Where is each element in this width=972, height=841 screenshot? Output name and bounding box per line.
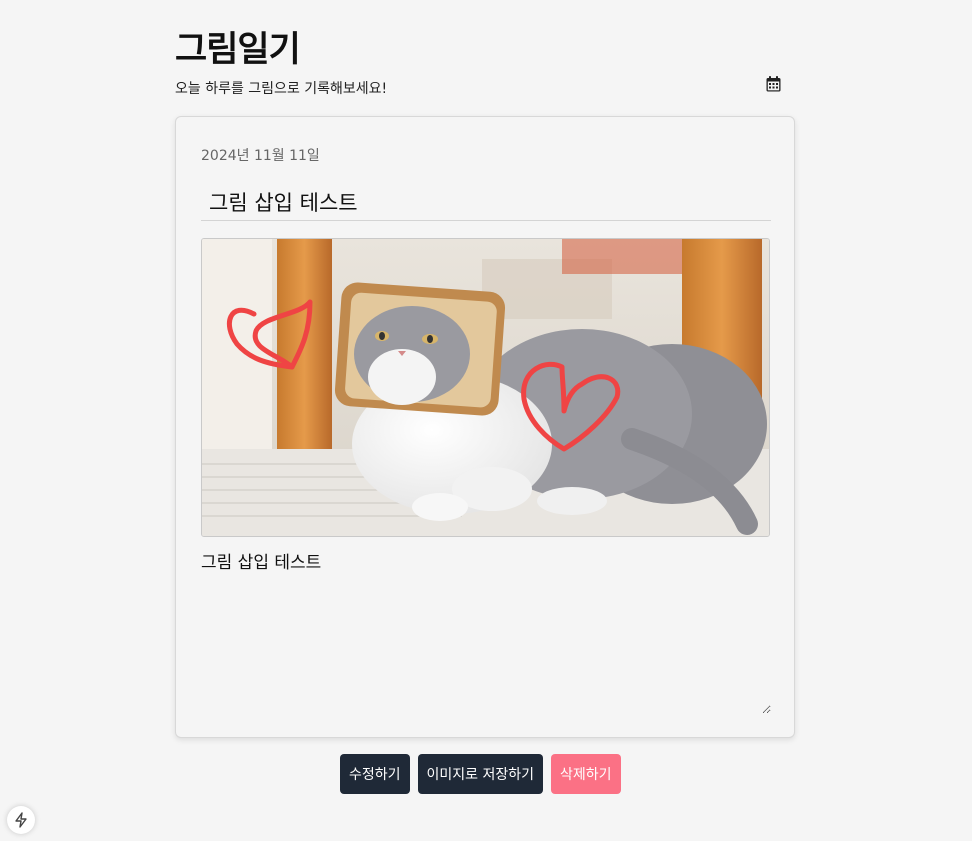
action-bar: 수정하기 이미지로 저장하기 삭제하기 [340, 754, 621, 794]
calendar-icon[interactable] [764, 74, 782, 94]
cat-photo-with-hearts [202, 239, 769, 536]
save-as-image-button[interactable]: 이미지로 저장하기 [417, 754, 544, 794]
title-input[interactable] [201, 183, 771, 221]
edit-button[interactable]: 수정하기 [340, 754, 410, 794]
lightning-bolt-icon[interactable] [7, 806, 35, 834]
app-title: 그림일기 [175, 30, 301, 70]
entry-date: 2024년 11월 11일 [201, 148, 320, 164]
app-subtitle: 오늘 하루를 그림으로 기록해보세요! [175, 81, 388, 97]
drawing-image[interactable] [201, 238, 770, 537]
diary-card: 2024년 11월 11일 그림 삽입 테스트 그림 삽입 테스트 [175, 116, 795, 738]
content-textarea[interactable]: 그림 삽입 테스트 [201, 551, 771, 714]
delete-button[interactable]: 삭제하기 [551, 754, 621, 794]
page-header: 그림일기 오늘 하루를 그림으로 기록해보세요! [175, 28, 795, 98]
